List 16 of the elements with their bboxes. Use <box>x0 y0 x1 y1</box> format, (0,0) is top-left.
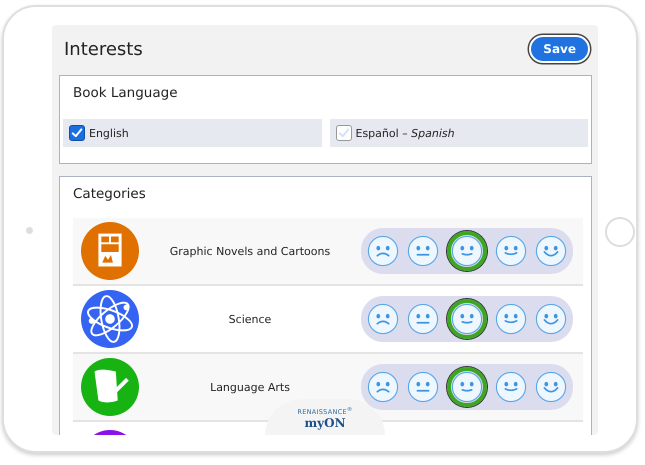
camera-dot <box>26 227 33 234</box>
face-rating-button[interactable] <box>447 231 487 271</box>
section-title: Categories <box>73 185 147 202</box>
section-title: Book Language <box>73 84 179 101</box>
language-option[interactable]: English <box>63 119 322 147</box>
face-rating-button[interactable] <box>447 299 487 339</box>
checkbox[interactable] <box>336 125 352 141</box>
logo-product: myON <box>304 416 346 430</box>
face-rating-button[interactable] <box>447 367 487 407</box>
category-name: Language Arts <box>209 380 291 394</box>
checkbox[interactable] <box>69 125 85 141</box>
page-title: Interests <box>64 38 143 60</box>
category-name: Graphic Novels and Cartoons <box>168 244 332 258</box>
save-button[interactable]: Save <box>529 35 590 63</box>
category-name: Science <box>228 312 272 326</box>
language-option[interactable]: Español – Spanish <box>330 119 588 147</box>
